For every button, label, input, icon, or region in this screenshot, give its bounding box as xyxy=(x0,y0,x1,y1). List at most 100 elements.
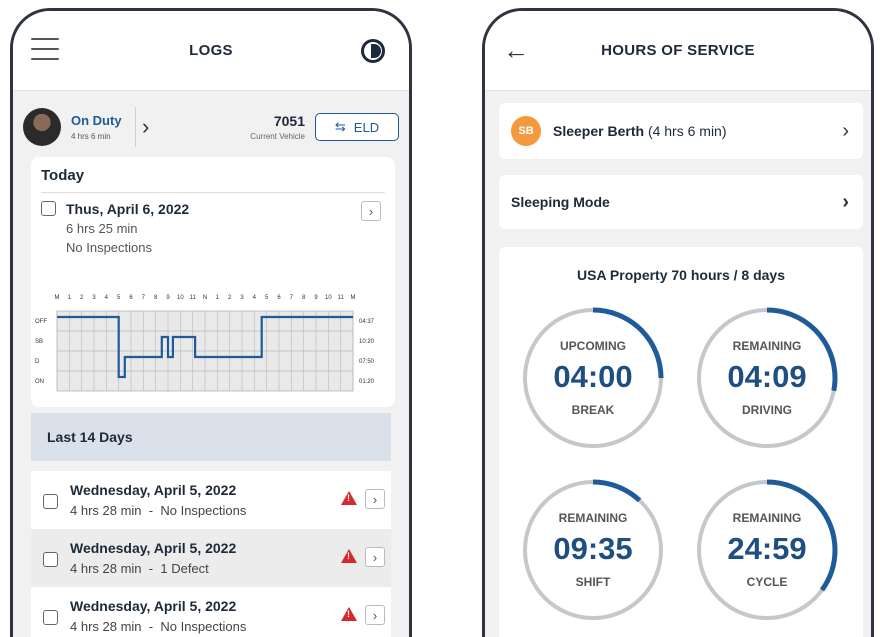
dark-mode-icon[interactable] xyxy=(361,39,385,63)
duty-status-time: 4 hrs 6 min xyxy=(71,132,111,141)
log-detail: No Inspections xyxy=(160,503,247,518)
hos-clock-driving[interactable]: REMAINING 04:09 DRIVING xyxy=(692,303,842,453)
today-checkbox[interactable] xyxy=(41,201,56,216)
today-duration: 6 hrs 25 min xyxy=(66,221,138,236)
log-list: Wednesday, April 5, 2022 4 hrs 28 min - … xyxy=(31,471,391,637)
chevron-right-icon[interactable]: › xyxy=(842,120,849,143)
hamburger-menu-icon[interactable] xyxy=(31,38,59,60)
hour-label: 6 xyxy=(277,295,281,301)
duty-status-label: On Duty xyxy=(71,113,122,128)
today-card: Today Thus, April 6, 2022 6 hrs 25 min N… xyxy=(31,157,395,407)
clock-top-label: UPCOMING xyxy=(560,339,626,353)
hour-label: 8 xyxy=(154,295,158,301)
eld-button[interactable]: ⇆ ELD xyxy=(315,113,399,141)
hour-label: 7 xyxy=(142,295,146,301)
log-detail: 1 Defect xyxy=(160,561,209,576)
hos-topbar: ← HOURS OF SERVICE xyxy=(485,11,871,91)
status-badge: SB xyxy=(511,116,541,146)
hour-label: 5 xyxy=(117,295,121,301)
list-item[interactable]: Wednesday, April 5, 2022 4 hrs 28 min - … xyxy=(31,529,391,587)
clock-value: 09:35 xyxy=(553,531,633,566)
clock-value: 04:00 xyxy=(553,359,633,394)
row-label: ON xyxy=(35,379,44,385)
clock-bottom-label: SHIFT xyxy=(575,575,611,589)
last-14-days-heading: Last 14 Days xyxy=(31,413,391,461)
row-total: 07:50 xyxy=(359,359,375,365)
clock-top-label: REMAINING xyxy=(558,511,628,525)
hour-label: M xyxy=(351,295,356,301)
chevron-right-icon[interactable]: › xyxy=(365,489,385,509)
warning-icon xyxy=(341,549,357,563)
ruleset-title: USA Property 70 hours / 8 days xyxy=(577,267,785,283)
clock-top-label: REMAINING xyxy=(732,339,802,353)
log-duration: 4 hrs 28 min xyxy=(70,503,142,518)
hour-label: 3 xyxy=(92,295,96,301)
current-vehicle: 7051 Current Vehicle xyxy=(250,113,305,141)
log-detail: No Inspections xyxy=(160,619,247,634)
clock-bottom-label: BREAK xyxy=(571,403,615,417)
hos-clocks-card: USA Property 70 hours / 8 days UPCOMING 0… xyxy=(499,247,863,637)
warning-icon xyxy=(341,491,357,505)
back-arrow-icon[interactable]: ← xyxy=(503,37,529,63)
hour-label: 4 xyxy=(105,295,109,301)
duty-status-graph[interactable]: M 1 2 3 4 5 6 7 8 9 10 11 N 1 2 3 4 5 6 7 8 9 10 11 M OFF 04:37 SB 1… xyxy=(33,287,393,397)
log-duration: 4 hrs 28 min xyxy=(70,619,142,634)
hour-label: 9 xyxy=(166,295,170,301)
row-total: 10:20 xyxy=(359,339,375,345)
sleeper-berth-card[interactable]: SB Sleeper Berth (4 hrs 6 min) › xyxy=(499,103,863,159)
hos-clock-break[interactable]: UPCOMING 04:00 BREAK xyxy=(518,303,668,453)
clock-bottom-label: CYCLE xyxy=(746,575,788,589)
chevron-right-icon[interactable]: › xyxy=(361,201,381,221)
hour-label: 2 xyxy=(228,295,232,301)
today-log-row[interactable]: Thus, April 6, 2022 6 hrs 25 min No Insp… xyxy=(41,201,385,255)
warning-icon xyxy=(341,607,357,621)
hour-label: 9 xyxy=(314,295,318,301)
hour-label: 5 xyxy=(265,295,269,301)
duty-graph-svg: M 1 2 3 4 5 6 7 8 9 10 11 N 1 2 3 4 5 6 7 8 9 10 11 M OFF 04:37 SB 1… xyxy=(35,295,375,392)
hour-label: 1 xyxy=(68,295,72,301)
hour-label: 4 xyxy=(253,295,257,301)
chevron-right-icon[interactable]: › xyxy=(365,547,385,567)
log-duration: 4 hrs 28 min xyxy=(70,561,142,576)
avatar xyxy=(23,108,61,146)
chevron-right-icon[interactable]: › xyxy=(842,191,849,214)
list-item[interactable]: Wednesday, April 5, 2022 4 hrs 28 min - … xyxy=(31,587,391,637)
vehicle-label: Current Vehicle xyxy=(250,132,305,141)
today-inspections: No Inspections xyxy=(66,240,152,255)
row-total: 01:20 xyxy=(359,379,375,385)
hour-label: M xyxy=(55,295,60,301)
log-checkbox[interactable] xyxy=(43,551,58,567)
sleeping-mode-card[interactable]: Sleeping Mode › xyxy=(499,175,863,229)
logs-topbar: LOGS xyxy=(13,11,409,91)
separator: - xyxy=(148,561,154,576)
hos-clock-shift[interactable]: REMAINING 09:35 SHIFT xyxy=(518,475,668,625)
sleeper-berth-label: Sleeper Berth xyxy=(553,123,645,139)
hour-label: 11 xyxy=(338,295,345,301)
log-date: Wednesday, April 5, 2022 xyxy=(70,598,237,614)
chevron-right-icon[interactable]: › xyxy=(365,605,385,625)
hos-clock-cycle[interactable]: REMAINING 24:59 CYCLE xyxy=(692,475,842,625)
row-label: D xyxy=(35,359,40,365)
hour-label: 6 xyxy=(129,295,133,301)
logs-screen: LOGS On Duty 4 hrs 6 min › 7051 Current … xyxy=(10,8,412,637)
duty-status-block[interactable]: On Duty 4 hrs 6 min xyxy=(71,113,133,141)
log-checkbox[interactable] xyxy=(43,493,58,509)
log-date: Wednesday, April 5, 2022 xyxy=(70,540,237,556)
row-label: OFF xyxy=(35,319,47,325)
divider xyxy=(135,107,136,147)
hour-label: 11 xyxy=(190,295,197,301)
row-total: 04:37 xyxy=(359,319,375,325)
divider xyxy=(41,192,385,193)
chevron-right-icon[interactable]: › xyxy=(142,114,149,140)
hour-label: 10 xyxy=(325,295,332,301)
hour-label: 10 xyxy=(177,295,184,301)
list-item[interactable]: Wednesday, April 5, 2022 4 hrs 28 min - … xyxy=(31,471,391,529)
sleeping-mode-label: Sleeping Mode xyxy=(511,194,610,210)
log-checkbox[interactable] xyxy=(43,609,58,625)
page-title: LOGS xyxy=(189,42,233,59)
page-title: HOURS OF SERVICE xyxy=(601,42,755,59)
today-date: Thus, April 6, 2022 xyxy=(66,201,190,217)
eld-button-label: ELD xyxy=(353,119,380,135)
hour-label: 8 xyxy=(302,295,306,301)
log-date: Wednesday, April 5, 2022 xyxy=(70,482,237,498)
